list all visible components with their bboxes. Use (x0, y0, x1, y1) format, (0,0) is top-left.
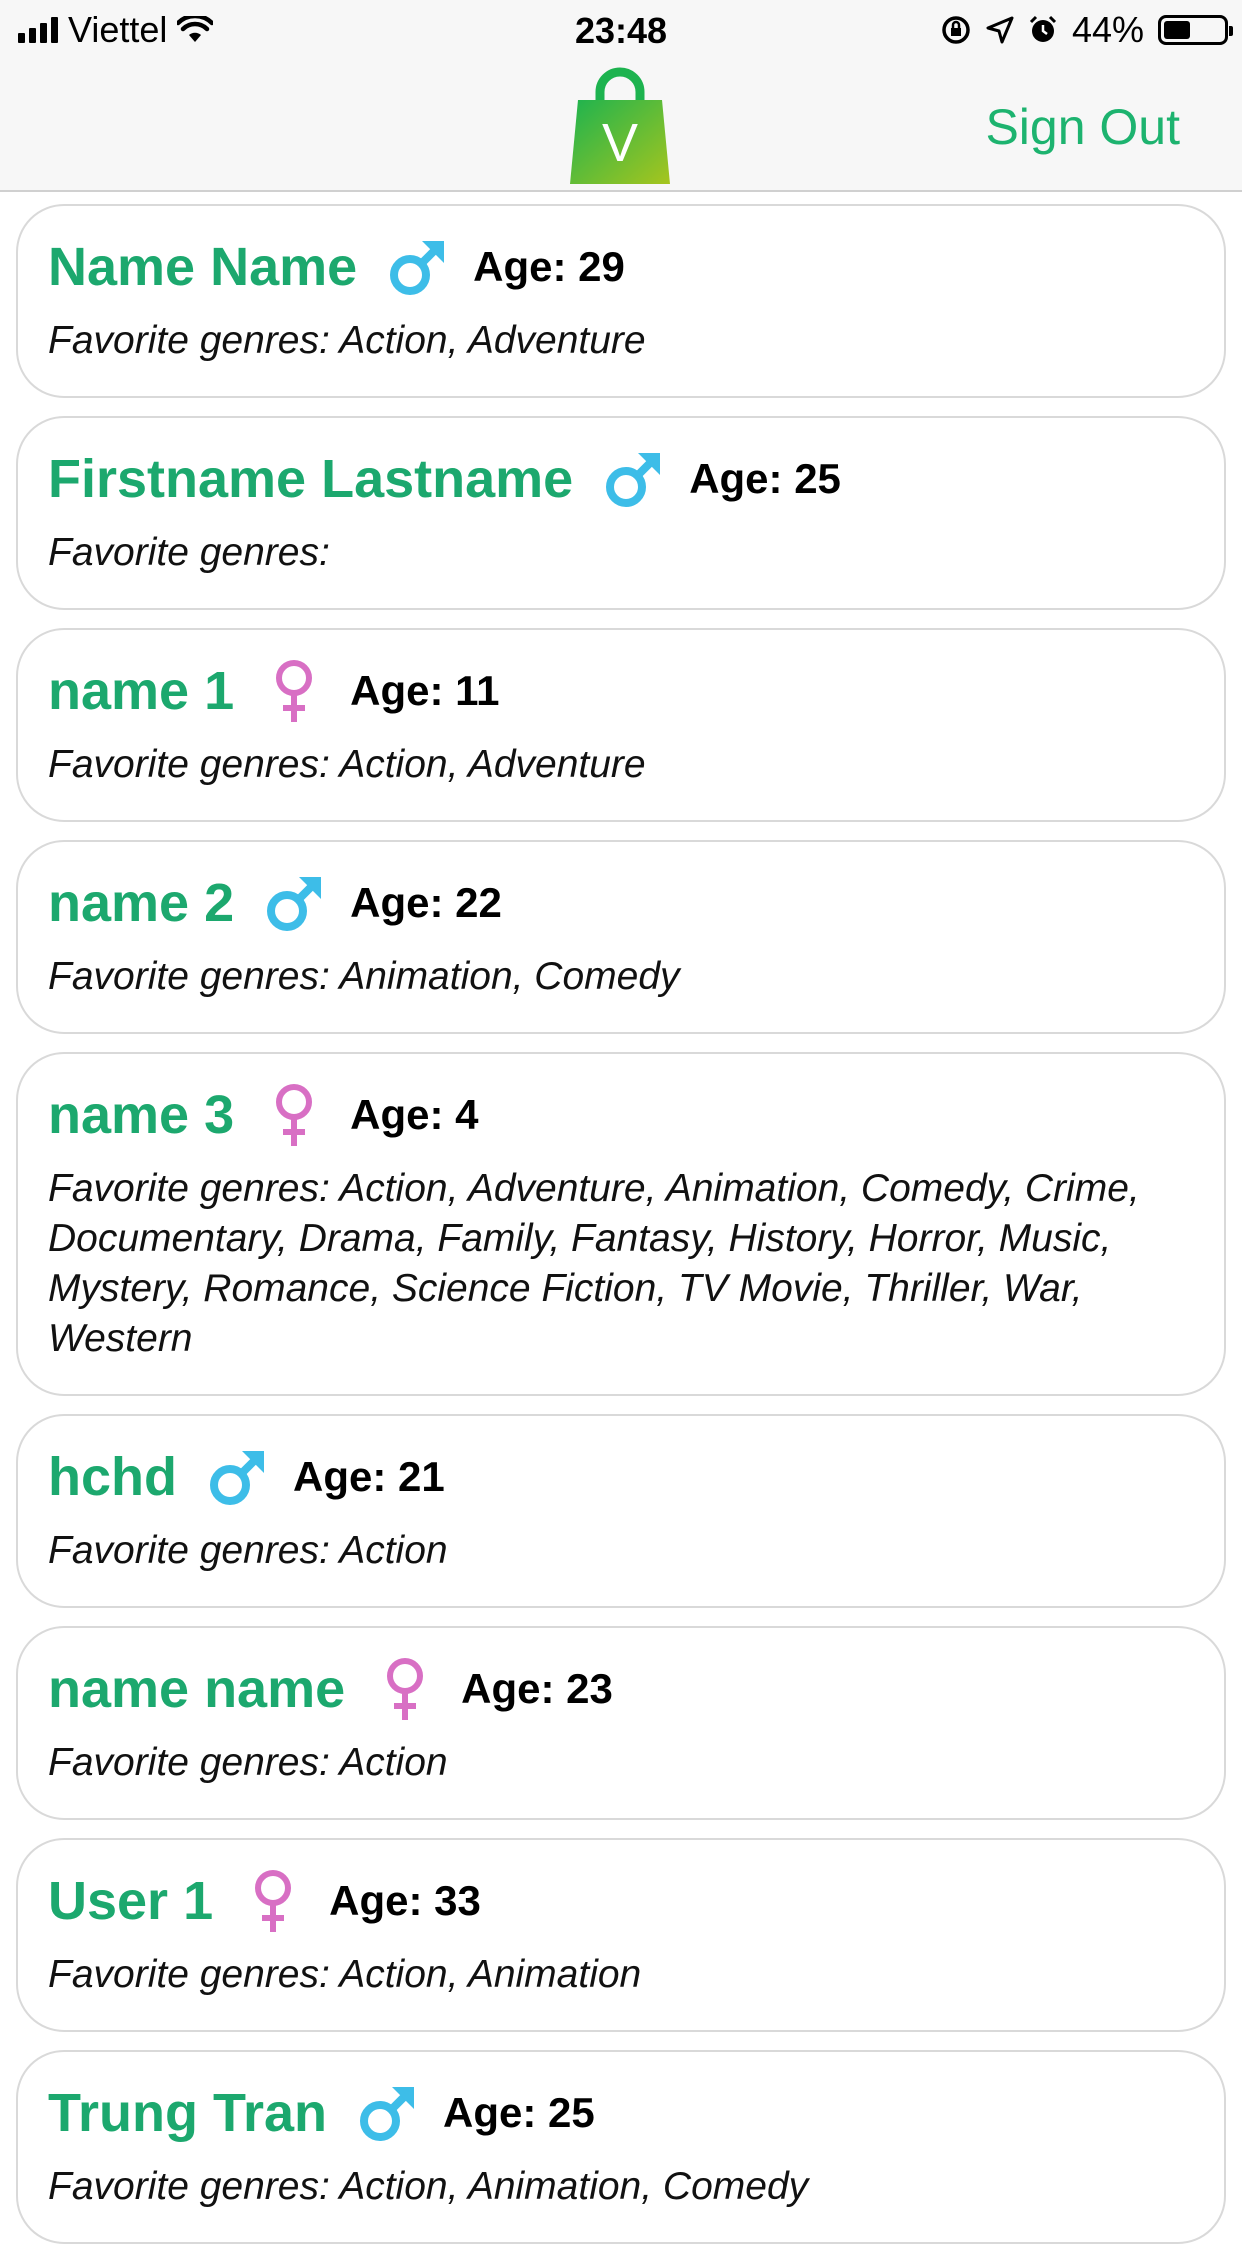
location-icon (986, 16, 1014, 44)
user-age: Age: 23 (461, 1665, 613, 1712)
male-symbol-icon (264, 871, 324, 935)
battery-percent: 44% (1071, 9, 1144, 50)
female-symbol-icon (243, 1869, 303, 1933)
user-name: name 2 (48, 873, 235, 933)
favorite-genres: Favorite genres: Action, Animation (48, 1950, 1194, 2000)
user-name: name 1 (48, 661, 235, 721)
user-name: User 1 (48, 1871, 214, 1931)
user-card[interactable]: Firstname Lastname Age: 25 Favorite genres… (16, 416, 1226, 610)
user-card-header: name 3 Age: 4 (48, 1080, 1194, 1150)
favorite-genres-label: Favorite genres: (48, 319, 330, 362)
rotation-lock-icon (942, 16, 970, 44)
user-card-header: hchd Age: 21 (48, 1442, 1194, 1512)
user-card[interactable]: name 2 Age: 22 Favorite genres: Animation,… (16, 840, 1226, 1034)
favorite-genres-label: Favorite genres: (48, 1529, 330, 1572)
female-symbol-icon (264, 1083, 324, 1147)
user-name: name name (48, 1659, 346, 1719)
user-list: Name Name Age: 29 Favorite genres: Action,… (16, 204, 1226, 2262)
navigation-bar: V Sign Out (0, 62, 1242, 192)
user-age: Age: 29 (473, 243, 625, 290)
favorite-genres-label: Favorite genres: (48, 955, 330, 998)
favorite-genres-label: Favorite genres: (48, 531, 330, 574)
user-card-header: Firstname Lastname Age: 25 (48, 444, 1194, 514)
favorite-genres-value: Action, Adventure (339, 319, 646, 362)
user-name: Trung Tran (48, 2083, 328, 2143)
favorite-genres-label: Favorite genres: (48, 1167, 330, 1210)
favorite-genres: Favorite genres: (48, 528, 1194, 578)
user-card-header: name 1 Age: 11 (48, 656, 1194, 726)
shopping-bag-logo-icon: V (570, 67, 670, 184)
user-card[interactable]: hchd Age: 21 Favorite genres: Action (16, 1414, 1226, 1608)
favorite-genres-label: Favorite genres: (48, 1953, 330, 1996)
favorite-genres-value: Action (339, 1741, 448, 1784)
user-age: Age: 33 (329, 1877, 481, 1924)
favorite-genres-label: Favorite genres: (48, 2165, 330, 2208)
sign-out-button[interactable]: Sign Out (985, 98, 1180, 156)
user-age: Age: 21 (293, 1453, 445, 1500)
user-card[interactable]: Name Name Age: 29 Favorite genres: Action,… (16, 204, 1226, 398)
user-card-header: Name Name Age: 29 (48, 232, 1194, 302)
favorite-genres: Favorite genres: Action, Adventure (48, 740, 1194, 790)
user-age: Age: 25 (689, 455, 841, 502)
female-symbol-icon (264, 659, 324, 723)
favorite-genres: Favorite genres: Action, Animation, Come… (48, 2162, 1194, 2212)
user-card[interactable]: User 1 Age: 33 Favorite genres: Action, An… (16, 1838, 1226, 2032)
user-card-header: Trung Tran Age: 25 (48, 2078, 1194, 2148)
favorite-genres: Favorite genres: Action, Adventure, Anim… (48, 1164, 1194, 1364)
favorite-genres-value: Animation, Comedy (339, 955, 680, 998)
battery-icon (1158, 15, 1233, 45)
battery-level (1164, 21, 1190, 39)
male-symbol-icon (387, 235, 447, 299)
user-card[interactable]: name 1 Age: 11 Favorite genres: Action, Ad… (16, 628, 1226, 822)
user-card[interactable]: name name Age: 23 Favorite genres: Action (16, 1626, 1226, 1820)
favorite-genres: Favorite genres: Action (48, 1526, 1194, 1576)
favorite-genres-value: Action, Animation (339, 1953, 642, 1996)
status-bar: Viettel 23:48 44% (0, 0, 1242, 62)
user-name: hchd (48, 1447, 177, 1507)
user-name: Firstname Lastname (48, 449, 574, 509)
user-card[interactable]: name 3 Age: 4 Favorite genres: Action, Adv… (16, 1052, 1226, 1396)
user-age: Age: 11 (350, 667, 500, 714)
user-name: name 3 (48, 1085, 235, 1145)
user-name: Name Name (48, 237, 358, 297)
user-age: Age: 4 (350, 1091, 479, 1138)
alarm-icon (1029, 15, 1056, 42)
favorite-genres-value: Action (339, 1529, 448, 1572)
svg-text:V: V (602, 113, 638, 173)
favorite-genres: Favorite genres: Action, Adventure (48, 316, 1194, 366)
favorite-genres-value: Action, Animation, Comedy (339, 2165, 809, 2208)
favorite-genres-value: Action, Adventure (339, 743, 646, 786)
favorite-genres-label: Favorite genres: (48, 1741, 330, 1784)
favorite-genres: Favorite genres: Action (48, 1738, 1194, 1788)
status-right: 44% (940, 9, 1233, 50)
favorite-genres: Favorite genres: Animation, Comedy (48, 952, 1194, 1002)
user-card-header: name 2 Age: 22 (48, 868, 1194, 938)
favorite-genres-label: Favorite genres: (48, 743, 330, 786)
user-card-header: name name Age: 23 (48, 1654, 1194, 1724)
male-symbol-icon (603, 447, 663, 511)
male-symbol-icon (357, 2081, 417, 2145)
user-age: Age: 22 (350, 879, 502, 926)
female-symbol-icon (375, 1657, 435, 1721)
user-card-header: User 1 Age: 33 (48, 1866, 1194, 1936)
male-symbol-icon (207, 1445, 267, 1509)
user-age: Age: 25 (443, 2089, 595, 2136)
user-card[interactable]: Trung Tran Age: 25 Favorite genres: Action… (16, 2050, 1226, 2244)
